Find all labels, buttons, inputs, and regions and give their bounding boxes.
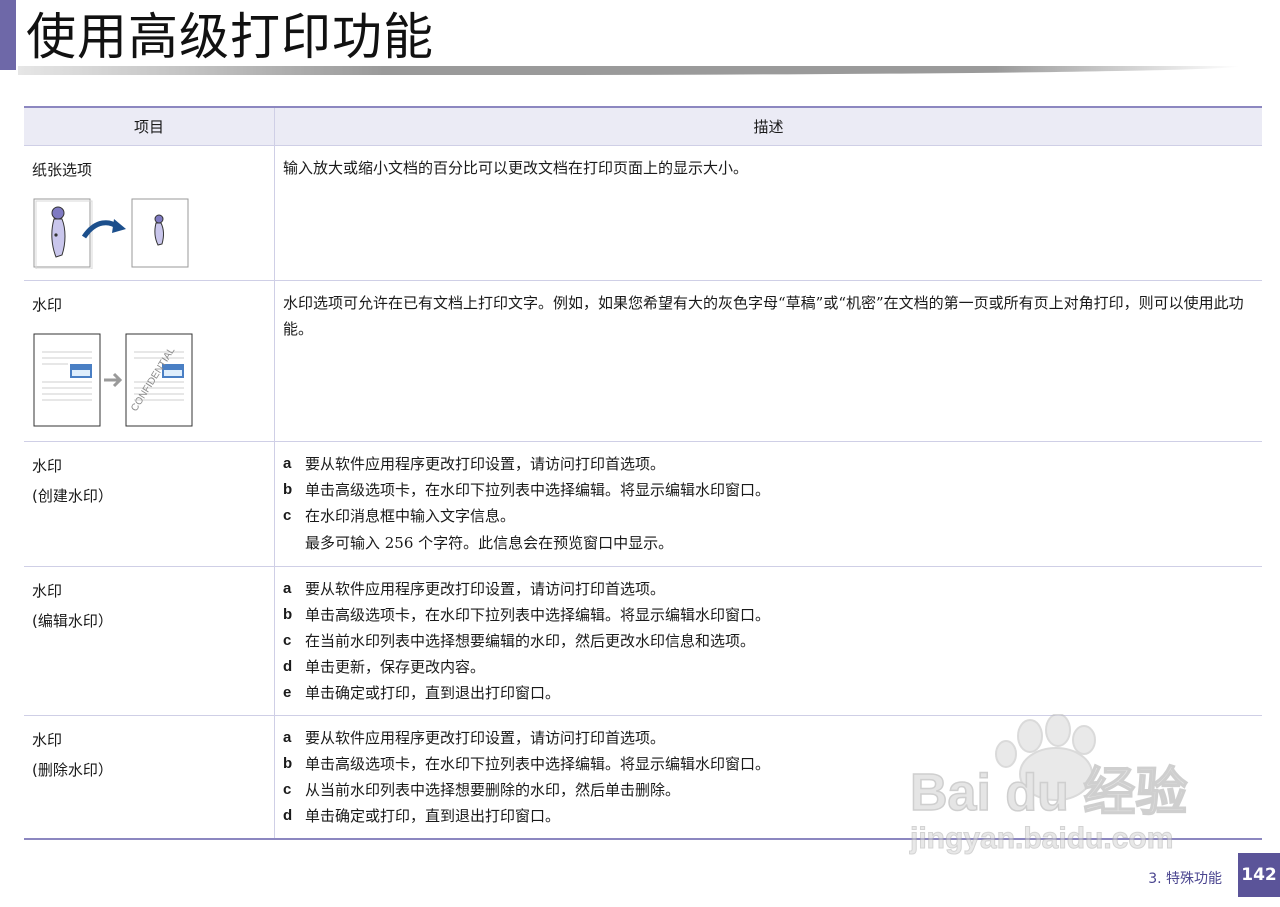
step-letter: c: [283, 507, 292, 524]
list-item: c 在水印消息框中输入文字信息。: [283, 503, 1254, 529]
step-list: a 要从软件应用程序更改打印设置，请访问打印首选项。 b 单击高级选项卡，在水印下拉…: [283, 451, 1254, 529]
table-header-row: 项目 描述: [24, 107, 1262, 146]
item-label: 水印: [32, 457, 63, 475]
step-letter: b: [283, 755, 293, 772]
footer-section-label: 3. 特殊功能: [1148, 871, 1222, 887]
description-cell: a 要从软件应用程序更改打印设置，请访问打印首选项。 b 单击高级选项卡，在水印下拉…: [274, 566, 1262, 716]
step-text: 单击高级选项卡，在水印下拉列表中选择编辑。将显示编辑水印窗口。: [305, 606, 771, 624]
description-cell: a 要从软件应用程序更改打印设置，请访问打印首选项。 b 单击高级选项卡，在水印下拉…: [274, 715, 1262, 840]
item-label: 纸张选项: [32, 161, 93, 179]
item-cell: 水印 (编辑水印）: [24, 566, 275, 716]
page-title: 使用高级打印功能: [26, 8, 434, 66]
step-text: 在当前水印列表中选择想要编辑的水印，然后更改水印信息和选项。: [305, 632, 756, 650]
step-list: a 要从软件应用程序更改打印设置，请访问打印首选项。 b 单击高级选项卡，在水印下拉…: [283, 576, 1254, 706]
column-header-item: 项目: [24, 107, 275, 146]
list-item: a 要从软件应用程序更改打印设置，请访问打印首选项。: [283, 451, 1254, 477]
step-letter: b: [283, 606, 293, 623]
item-sublabel: (编辑水印）: [32, 612, 113, 630]
step-text: 单击更新，保存更改内容。: [305, 658, 486, 676]
item-cell: 水印 (删除水印）: [24, 715, 275, 840]
page-number-badge: 142: [1238, 853, 1280, 897]
item-sublabel: (创建水印）: [32, 487, 113, 505]
step-text: 单击高级选项卡，在水印下拉列表中选择编辑。将显示编辑水印窗口。: [305, 755, 771, 773]
list-item: e 单击确定或打印，直到退出打印窗口。: [283, 680, 1254, 706]
title-accent-bar: [0, 0, 16, 70]
list-item: b 单击高级选项卡，在水印下拉列表中选择编辑。将显示编辑水印窗口。: [283, 602, 1254, 628]
step-text: 要从软件应用程序更改打印设置，请访问打印首选项。: [305, 580, 666, 598]
list-item: c 从当前水印列表中选择想要删除的水印，然后单击删除。: [283, 777, 1254, 803]
step-letter: a: [283, 580, 292, 597]
step-note: 最多可输入 256 个字符。此信息会在预览窗口中显示。: [305, 534, 674, 552]
step-letter: d: [283, 658, 293, 675]
item-label: 水印: [32, 296, 63, 314]
description-cell: 水印选项可允许在已有文档上打印文字。例如，如果您希望有大的灰色字母“草稿”或“机…: [274, 280, 1262, 442]
table-row: 水印 (删除水印） a 要从软件应用程序更改打印设置，请访问打印首选项。 b 单击高…: [24, 715, 1262, 840]
item-label: 水印: [32, 731, 63, 749]
list-item: b 单击高级选项卡，在水印下拉列表中选择编辑。将显示编辑水印窗口。: [283, 477, 1254, 503]
step-text: 单击确定或打印，直到退出打印窗口。: [305, 684, 561, 702]
item-cell: 纸张选项: [24, 145, 275, 281]
step-list: a 要从软件应用程序更改打印设置，请访问打印首选项。 b 单击高级选项卡，在水印下拉…: [283, 725, 1254, 829]
item-cell: 水印 CONFIDENTIAL: [24, 280, 275, 442]
description-cell: 输入放大或缩小文档的百分比可以更改文档在打印页面上的显示大小。: [274, 145, 1262, 281]
list-item: a 要从软件应用程序更改打印设置，请访问打印首选项。: [283, 576, 1254, 602]
step-text: 从当前水印列表中选择想要删除的水印，然后单击删除。: [305, 781, 681, 799]
step-letter: c: [283, 781, 292, 798]
table-row: 水印 CONFIDENTIAL 水印选项可允许在已有文档上打印文字。例如，如果您…: [24, 280, 1262, 442]
table-row: 水印 (创建水印） a 要从软件应用程序更改打印设置，请访问打印首选项。 b 单击高…: [24, 441, 1262, 567]
item-cell: 水印 (创建水印）: [24, 441, 275, 567]
step-text: 要从软件应用程序更改打印设置，请访问打印首选项。: [305, 455, 666, 473]
step-letter: c: [283, 632, 292, 649]
description-text: 输入放大或缩小文档的百分比可以更改文档在打印页面上的显示大小。: [283, 159, 749, 177]
scale-illustration: [32, 197, 266, 269]
list-item: d 单击确定或打印，直到退出打印窗口。: [283, 803, 1254, 829]
title-underline: [18, 66, 1240, 75]
item-sublabel: (删除水印）: [32, 761, 113, 779]
list-item: c 在当前水印列表中选择想要编辑的水印，然后更改水印信息和选项。: [283, 628, 1254, 654]
step-letter: e: [283, 684, 292, 701]
watermark-page-icon: CONFIDENTIAL: [33, 333, 193, 427]
step-text: 要从软件应用程序更改打印设置，请访问打印首选项。: [305, 729, 666, 747]
scale-page-icon: [33, 198, 189, 269]
description-text: 水印选项可允许在已有文档上打印文字。例如，如果您希望有大的灰色字母“草稿”或“机…: [283, 294, 1244, 338]
description-cell: a 要从软件应用程序更改打印设置，请访问打印首选项。 b 单击高级选项卡，在水印下拉…: [274, 441, 1262, 567]
step-letter: d: [283, 807, 293, 824]
feature-table: 项目 描述 纸张选项 输入放大或缩小文档的百分比可以更改文档在打印页面上的显示大…: [24, 106, 1262, 840]
step-text: 在水印消息框中输入文字信息。: [305, 507, 516, 525]
step-text: 单击确定或打印，直到退出打印窗口。: [305, 807, 561, 825]
table-row: 纸张选项 输入放大或缩小文档的百分比可以更改文档在打印页面上的显示大小。: [24, 145, 1262, 281]
list-item: b 单击高级选项卡，在水印下拉列表中选择编辑。将显示编辑水印窗口。: [283, 751, 1254, 777]
column-header-description: 描述: [274, 107, 1262, 146]
step-letter: a: [283, 455, 292, 472]
step-text: 单击高级选项卡，在水印下拉列表中选择编辑。将显示编辑水印窗口。: [305, 481, 771, 499]
watermark-illustration: CONFIDENTIAL: [32, 332, 266, 430]
step-letter: a: [283, 729, 292, 746]
step-letter: b: [283, 481, 293, 498]
list-item: a 要从软件应用程序更改打印设置，请访问打印首选项。: [283, 725, 1254, 751]
item-label: 水印: [32, 582, 63, 600]
table-row: 水印 (编辑水印） a 要从软件应用程序更改打印设置，请访问打印首选项。 b 单击高…: [24, 566, 1262, 716]
list-item: d 单击更新，保存更改内容。: [283, 654, 1254, 680]
